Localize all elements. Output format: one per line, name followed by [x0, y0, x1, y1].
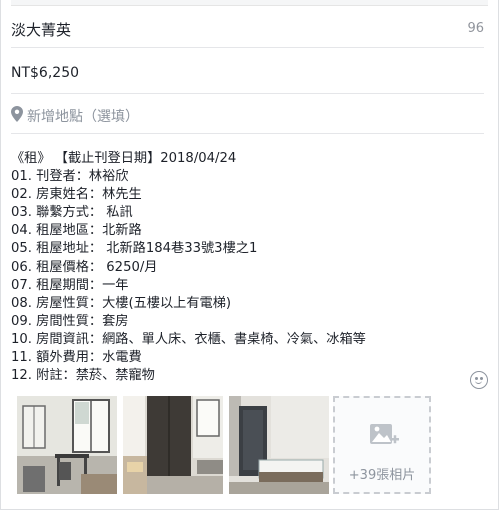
description-line: 10. 房間資訊：網路、單人床、衣櫃、書桌椅、冷氣、冰箱等 [11, 331, 366, 347]
description-line: 05. 租屋地址： 北新路184巷33號3樓之1 [11, 241, 258, 257]
description-line: 09. 房間性質：套房 [11, 313, 129, 329]
title-field[interactable]: 淡大菁英 96 [11, 14, 484, 48]
room-photo-thumbnail[interactable] [229, 396, 329, 494]
more-photos-label: +39張相片 [348, 468, 416, 483]
description-line: 02. 房東姓名：林先生 [11, 187, 142, 203]
location-field[interactable]: 新增地點（選填） [11, 96, 484, 134]
marketplace-listing-composer: 淡大菁英 96 NT$6,250 新增地點（選填） 《租》 【截止刊登日期】20… [0, 0, 499, 510]
description-line: 《租》 【截止刊登日期】2018/04/24 [11, 151, 237, 166]
description-line: 07. 租屋期間：一年 [11, 277, 129, 293]
description-line: 12. 附註：禁菸、禁寵物 [11, 368, 155, 384]
price-field[interactable]: NT$6,250 [11, 50, 484, 94]
location-pin-icon [11, 106, 23, 122]
title-char-count: 96 [467, 21, 484, 36]
top-divider [11, 0, 488, 6]
add-photo-button[interactable]: +39張相片 [333, 396, 431, 494]
location-placeholder[interactable]: 新增地點（選填） [27, 106, 139, 126]
description-line: 03. 聯繫方式： 私訊 [11, 205, 133, 221]
description-line: 08. 房屋性質：大樓(五樓以上有電梯) [11, 295, 232, 311]
description-line: 06. 租屋價格： 6250/月 [11, 259, 158, 275]
listing-title[interactable]: 淡大菁英 [11, 19, 71, 40]
description-line: 01. 刊登者：林裕欣 [11, 169, 129, 185]
description-textarea[interactable]: 《租》 【截止刊登日期】2018/04/24 01. 刊登者：林裕欣 02. 房… [11, 150, 481, 385]
room-photo-thumbnail[interactable] [17, 396, 117, 494]
listing-price[interactable]: NT$6,250 [11, 65, 79, 81]
description-line: 11. 額外費用：水電費 [11, 350, 142, 366]
emoji-smiley-icon[interactable] [470, 371, 488, 389]
add-photo-icon [370, 424, 399, 444]
description-line: 04. 租屋地區：北新路 [11, 223, 142, 239]
room-photo-thumbnail[interactable] [123, 396, 223, 494]
